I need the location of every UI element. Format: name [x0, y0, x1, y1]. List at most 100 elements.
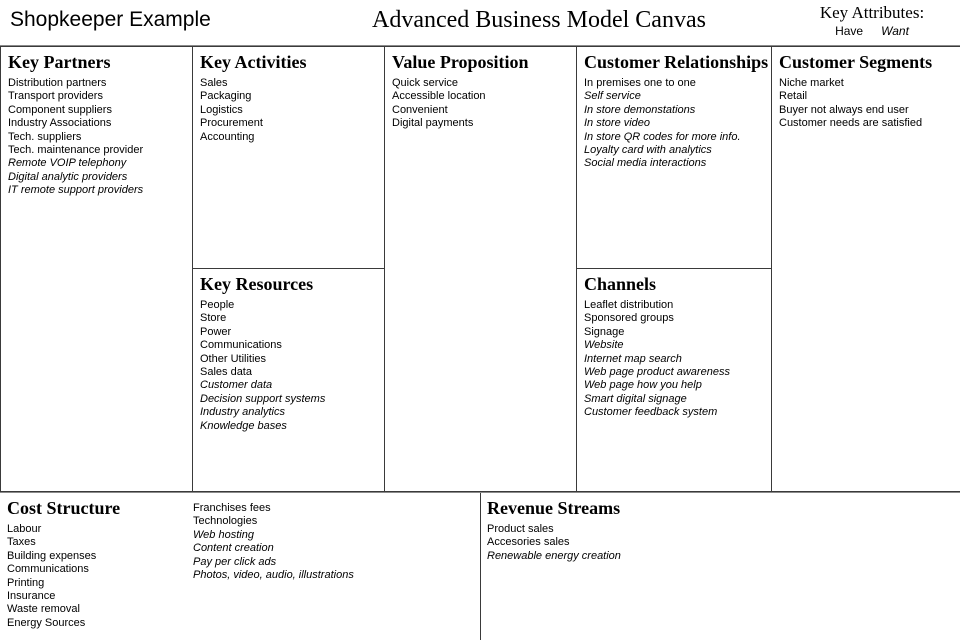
canvas-item: Industry Associations — [8, 117, 112, 130]
canvas-item: Tech. suppliers — [8, 130, 82, 143]
canvas-item: Logistics — [200, 103, 243, 116]
canvas-item: Transport providers — [8, 90, 103, 103]
business-model-canvas: Shopkeeper Example Advanced Business Mod… — [0, 0, 960, 640]
item-list-cost-structure-right: Franchises fees Technologies Web hosting Co… — [193, 502, 354, 582]
canvas-item: Self service — [584, 90, 641, 103]
canvas-main-grid: Key Partners Distribution partners Transp… — [0, 46, 960, 492]
canvas-item: Insurance — [7, 590, 56, 603]
canvas-item: Retail — [779, 90, 808, 103]
canvas-item: Accesories sales — [487, 536, 570, 549]
canvas-item: Distribution partners — [8, 77, 107, 89]
canvas-item: Buyer not always end user — [779, 103, 909, 116]
canvas-item: In premises one to one — [584, 77, 696, 89]
block-channels[interactable]: Channels Leaflet distribution Sponsored g… — [576, 268, 772, 492]
block-title-customer-segments: Customer Segments — [779, 52, 933, 72]
canvas-item: Customer data — [200, 379, 273, 392]
item-list-cost-structure-left: Labour Taxes Building expenses Communicatio… — [7, 523, 96, 630]
item-list-revenue-streams: Product sales Accesories sales Renewable e… — [487, 523, 954, 563]
canvas-item: Industry analytics — [200, 406, 285, 419]
canvas-item: In store demonstations — [584, 103, 696, 116]
legend-have-label: Have — [835, 24, 864, 38]
canvas-item: Website — [584, 339, 624, 352]
document-subject: Shopkeeper Example — [10, 8, 211, 31]
key-attributes-legend: Key Attributes: Have Want — [792, 3, 952, 39]
canvas-item: Knowledge bases — [200, 419, 287, 432]
canvas-item: Signage — [584, 325, 625, 338]
block-revenue-streams[interactable]: Revenue Streams Product sales Accesories … — [480, 493, 960, 640]
canvas-item: Customer feedback system — [584, 406, 718, 419]
canvas-item: Product sales — [487, 523, 554, 535]
block-title-value-proposition: Value Proposition — [392, 52, 529, 72]
canvas-item: Technologies — [193, 515, 258, 528]
block-title-channels: Channels — [584, 274, 657, 294]
canvas-item: Loyalty card with analytics — [584, 144, 712, 157]
block-key-partners[interactable]: Key Partners Distribution partners Transp… — [0, 46, 193, 492]
canvas-item: Component suppliers — [8, 103, 112, 116]
canvas-bottom-band: Cost Structure Labour Taxes Building expen… — [0, 492, 960, 640]
item-list-value-proposition: Quick service Accessible location Convenie… — [392, 77, 570, 131]
canvas-item: Customer needs are satisfied — [779, 117, 923, 130]
canvas-item: In store QR codes for more info. — [584, 130, 741, 143]
page-title: Advanced Business Model Canvas — [372, 7, 706, 33]
canvas-item: Content creation — [193, 542, 274, 555]
canvas-item: Tech. maintenance provider — [8, 144, 144, 157]
canvas-item: Web page product awareness — [584, 366, 730, 379]
canvas-item: Store — [200, 312, 227, 325]
canvas-item: Franchises fees — [193, 502, 271, 514]
canvas-item: Power — [200, 325, 232, 338]
block-key-activities[interactable]: Key Activities Sales Packaging Logistics Pr… — [192, 46, 386, 269]
legend-title: Key Attributes: — [819, 3, 925, 22]
canvas-item: Building expenses — [7, 549, 97, 562]
block-key-resources[interactable]: Key Resources People Store Power Communicat… — [192, 268, 386, 492]
canvas-item: Web page how you help — [584, 379, 702, 392]
block-title-key-activities: Key Activities — [200, 52, 307, 72]
canvas-item: Sales — [200, 77, 228, 89]
canvas-item: Accessible location — [392, 90, 486, 103]
canvas-item: Remote VOIP telephony — [8, 157, 127, 170]
canvas-item: IT remote support providers — [8, 184, 144, 197]
canvas-item: Accounting — [200, 130, 255, 143]
canvas-item: Taxes — [7, 536, 36, 549]
block-title-customer-relationships: Customer Relationships — [584, 52, 769, 72]
canvas-item: Leaflet distribution — [584, 299, 674, 311]
block-customer-segments[interactable]: Customer Segments Niche market Retail Buye… — [771, 46, 960, 492]
item-list-customer-relationships: In premises one to one Self service In sto… — [584, 77, 765, 171]
legend-want-label: Want — [881, 24, 909, 38]
canvas-item: Internet map search — [584, 352, 682, 365]
canvas-item: Other Utilities — [200, 352, 267, 365]
canvas-item: Photos, video, audio, illustrations — [193, 569, 354, 582]
canvas-item: Web hosting — [193, 528, 254, 541]
item-list-channels: Leaflet distribution Sponsored groups Sign… — [584, 299, 765, 420]
item-list-key-resources: People Store Power Communications Other Util… — [200, 299, 379, 433]
canvas-item: Digital analytic providers — [8, 170, 128, 183]
canvas-item: Energy Sources — [7, 616, 86, 629]
block-title-revenue-streams: Revenue Streams — [487, 498, 621, 518]
canvas-item: Social media interactions — [584, 157, 707, 170]
canvas-item: Sales data — [200, 366, 252, 379]
block-value-proposition[interactable]: Value Proposition Quick service Accessibl… — [384, 46, 577, 492]
item-list-key-partners: Distribution partners Transport providers… — [8, 77, 186, 198]
block-customer-relationships[interactable]: Customer Relationships In premises one t… — [576, 46, 772, 269]
canvas-item: Communications — [7, 563, 89, 576]
canvas-item: In store video — [584, 117, 651, 130]
block-cost-structure[interactable]: Cost Structure Labour Taxes Building expen… — [0, 493, 481, 640]
canvas-item: Quick service — [392, 77, 459, 89]
canvas-item: Decision support systems — [200, 392, 326, 405]
canvas-item: Communications — [200, 339, 282, 352]
canvas-item: Niche market — [779, 77, 844, 89]
canvas-item: Smart digital signage — [584, 392, 687, 405]
canvas-item: Packaging — [200, 90, 252, 103]
item-list-key-activities: Sales Packaging Logistics Procurement Accoun… — [200, 77, 379, 144]
canvas-item: Digital payments — [392, 117, 474, 130]
canvas-item: Waste removal — [7, 603, 80, 616]
canvas-item: Labour — [7, 523, 42, 535]
canvas-item: Pay per click ads — [193, 555, 277, 568]
canvas-item: Sponsored groups — [584, 312, 674, 325]
block-title-key-resources: Key Resources — [200, 274, 314, 294]
item-list-customer-segments: Niche market Retail Buyer not always end u… — [779, 77, 954, 131]
canvas-item: Printing — [7, 576, 45, 589]
legend-keys: Have Want — [792, 23, 952, 39]
canvas-item: Renewable energy creation — [487, 549, 621, 562]
canvas-item: Procurement — [200, 117, 263, 130]
block-title-key-partners: Key Partners — [8, 52, 111, 72]
